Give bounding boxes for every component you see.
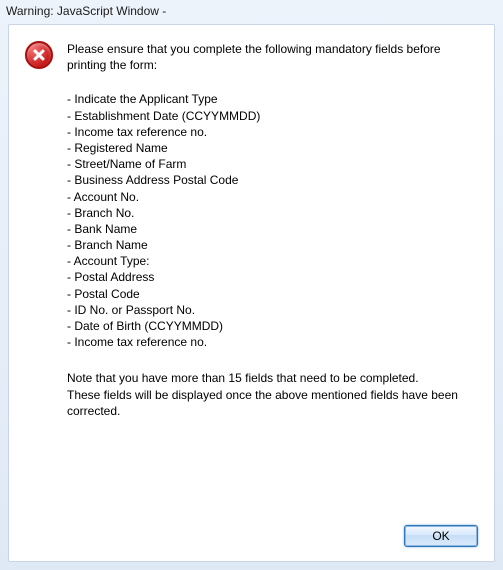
title-bar: Warning: JavaScript Window - xyxy=(0,0,503,22)
list-item: Branch Name xyxy=(67,237,478,253)
note-line2: These fields will be displayed once the … xyxy=(67,387,478,419)
intro-text: Please ensure that you complete the foll… xyxy=(67,41,478,73)
message-column: Please ensure that you complete the foll… xyxy=(67,41,478,423)
list-item: Bank Name xyxy=(67,221,478,237)
list-item: Indicate the Applicant Type xyxy=(67,91,478,107)
list-item: Postal Code xyxy=(67,286,478,302)
list-item: Income tax reference no. xyxy=(67,334,478,350)
dialog-window: Warning: JavaScript Window - Please ensu… xyxy=(0,0,503,570)
note-line1: Note that you have more than 15 fields t… xyxy=(67,370,478,386)
list-item: Establishment Date (CCYYMMDD) xyxy=(67,108,478,124)
title-text: Warning: JavaScript Window - xyxy=(6,0,166,22)
list-item: Business Address Postal Code xyxy=(67,172,478,188)
list-item: Branch No. xyxy=(67,205,478,221)
button-row: OK xyxy=(404,525,478,547)
error-icon xyxy=(25,41,53,69)
note-block: Note that you have more than 15 fields t… xyxy=(67,370,478,419)
dialog-body: Please ensure that you complete the foll… xyxy=(8,24,495,562)
list-item: Date of Birth (CCYYMMDD) xyxy=(67,318,478,334)
list-item: Postal Address xyxy=(67,269,478,285)
list-item: Account No. xyxy=(67,189,478,205)
list-item: ID No. or Passport No. xyxy=(67,302,478,318)
list-item: Registered Name xyxy=(67,140,478,156)
icon-column xyxy=(25,41,57,69)
list-item: Street/Name of Farm xyxy=(67,156,478,172)
list-item: Income tax reference no. xyxy=(67,124,478,140)
list-item: Account Type: xyxy=(67,253,478,269)
ok-button[interactable]: OK xyxy=(404,525,478,547)
content-wrap: Please ensure that you complete the foll… xyxy=(25,41,478,423)
mandatory-field-list: Indicate the Applicant Type Establishmen… xyxy=(67,91,478,350)
